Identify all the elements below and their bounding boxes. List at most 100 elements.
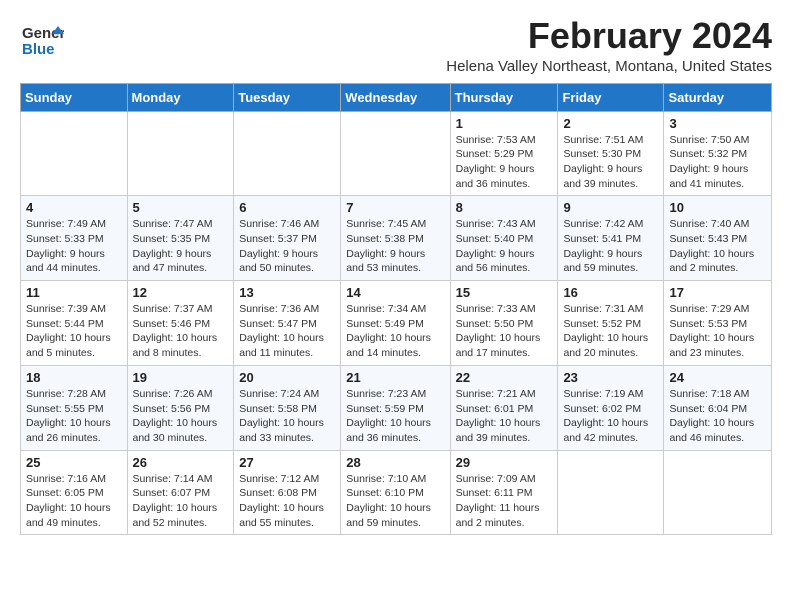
day-number: 25 xyxy=(26,455,122,470)
day-info: Sunrise: 7:10 AM Sunset: 6:10 PM Dayligh… xyxy=(346,472,444,531)
calendar-cell: 6 Sunrise: 7:46 AM Sunset: 5:37 PM Daylig… xyxy=(234,196,341,281)
day-number: 9 xyxy=(563,200,658,215)
calendar-cell: 11Sunrise: 7:39 AM Sunset: 5:44 PM Dayli… xyxy=(21,281,128,366)
day-number: 10 xyxy=(669,200,766,215)
calendar-cell: 4 Sunrise: 7:49 AM Sunset: 5:33 PM Daylig… xyxy=(21,196,128,281)
day-info: Sunrise: 7:14 AM Sunset: 6:07 PM Dayligh… xyxy=(133,472,229,531)
calendar-cell: 28 Sunrise: 7:10 AM Sunset: 6:10 PM Dayli… xyxy=(341,450,450,535)
day-number: 13 xyxy=(239,285,335,300)
day-info: Sunrise: 7:53 AM Sunset: 5:29 PM Dayligh… xyxy=(456,133,553,192)
calendar-header-row: SundayMondayTuesdayWednesdayThursdayFrid… xyxy=(21,83,772,111)
calendar-cell: 27Sunrise: 7:12 AM Sunset: 6:08 PM Dayli… xyxy=(234,450,341,535)
page-header: General Blue February 2024 Helena Valley… xyxy=(20,16,772,75)
calendar-week-3: 11Sunrise: 7:39 AM Sunset: 5:44 PM Dayli… xyxy=(21,281,772,366)
day-info: Sunrise: 7:19 AM Sunset: 6:02 PM Dayligh… xyxy=(563,387,658,446)
day-number: 20 xyxy=(239,370,335,385)
day-info: Sunrise: 7:33 AM Sunset: 5:50 PM Dayligh… xyxy=(456,302,553,361)
calendar-cell: 12Sunrise: 7:37 AM Sunset: 5:46 PM Dayli… xyxy=(127,281,234,366)
day-number: 18 xyxy=(26,370,122,385)
calendar-cell: 18 Sunrise: 7:28 AM Sunset: 5:55 PM Dayli… xyxy=(21,365,128,450)
day-number: 2 xyxy=(563,116,658,131)
day-number: 3 xyxy=(669,116,766,131)
day-number: 6 xyxy=(239,200,335,215)
location-title: Helena Valley Northeast, Montana, United… xyxy=(446,58,772,75)
day-number: 26 xyxy=(133,455,229,470)
day-info: Sunrise: 7:51 AM Sunset: 5:30 PM Dayligh… xyxy=(563,133,658,192)
day-info: Sunrise: 7:39 AM Sunset: 5:44 PM Dayligh… xyxy=(26,302,122,361)
calendar-cell: 3 Sunrise: 7:50 AM Sunset: 5:32 PM Daylig… xyxy=(664,111,772,196)
calendar-cell: 15Sunrise: 7:33 AM Sunset: 5:50 PM Dayli… xyxy=(450,281,558,366)
calendar-cell: 16 Sunrise: 7:31 AM Sunset: 5:52 PM Dayli… xyxy=(558,281,664,366)
day-info: Sunrise: 7:12 AM Sunset: 6:08 PM Dayligh… xyxy=(239,472,335,531)
day-info: Sunrise: 7:16 AM Sunset: 6:05 PM Dayligh… xyxy=(26,472,122,531)
calendar-cell: 5 Sunrise: 7:47 AM Sunset: 5:35 PM Daylig… xyxy=(127,196,234,281)
day-number: 29 xyxy=(456,455,553,470)
day-info: Sunrise: 7:28 AM Sunset: 5:55 PM Dayligh… xyxy=(26,387,122,446)
calendar-cell: 8 Sunrise: 7:43 AM Sunset: 5:40 PM Daylig… xyxy=(450,196,558,281)
day-info: Sunrise: 7:37 AM Sunset: 5:46 PM Dayligh… xyxy=(133,302,229,361)
day-number: 17 xyxy=(669,285,766,300)
day-info: Sunrise: 7:23 AM Sunset: 5:59 PM Dayligh… xyxy=(346,387,444,446)
day-info: Sunrise: 7:31 AM Sunset: 5:52 PM Dayligh… xyxy=(563,302,658,361)
calendar-cell: 10 Sunrise: 7:40 AM Sunset: 5:43 PM Dayli… xyxy=(664,196,772,281)
calendar-header-sunday: Sunday xyxy=(21,83,128,111)
day-info: Sunrise: 7:09 AM Sunset: 6:11 PM Dayligh… xyxy=(456,472,553,531)
calendar-cell: 24 Sunrise: 7:18 AM Sunset: 6:04 PM Dayli… xyxy=(664,365,772,450)
logo: General Blue xyxy=(20,16,64,65)
calendar-cell: 23 Sunrise: 7:19 AM Sunset: 6:02 PM Dayli… xyxy=(558,365,664,450)
calendar-header-saturday: Saturday xyxy=(664,83,772,111)
day-info: Sunrise: 7:49 AM Sunset: 5:33 PM Dayligh… xyxy=(26,217,122,276)
day-info: Sunrise: 7:47 AM Sunset: 5:35 PM Dayligh… xyxy=(133,217,229,276)
title-area: February 2024 Helena Valley Northeast, M… xyxy=(446,16,772,75)
calendar-table: SundayMondayTuesdayWednesdayThursdayFrid… xyxy=(20,83,772,536)
day-info: Sunrise: 7:29 AM Sunset: 5:53 PM Dayligh… xyxy=(669,302,766,361)
calendar-cell xyxy=(558,450,664,535)
day-number: 1 xyxy=(456,116,553,131)
day-number: 24 xyxy=(669,370,766,385)
calendar-week-1: 1 Sunrise: 7:53 AM Sunset: 5:29 PM Daylig… xyxy=(21,111,772,196)
calendar-cell: 13Sunrise: 7:36 AM Sunset: 5:47 PM Dayli… xyxy=(234,281,341,366)
day-info: Sunrise: 7:24 AM Sunset: 5:58 PM Dayligh… xyxy=(239,387,335,446)
day-info: Sunrise: 7:43 AM Sunset: 5:40 PM Dayligh… xyxy=(456,217,553,276)
calendar-week-5: 25 Sunrise: 7:16 AM Sunset: 6:05 PM Dayli… xyxy=(21,450,772,535)
day-number: 4 xyxy=(26,200,122,215)
day-info: Sunrise: 7:46 AM Sunset: 5:37 PM Dayligh… xyxy=(239,217,335,276)
calendar-week-2: 4 Sunrise: 7:49 AM Sunset: 5:33 PM Daylig… xyxy=(21,196,772,281)
day-number: 5 xyxy=(133,200,229,215)
calendar-cell: 19 Sunrise: 7:26 AM Sunset: 5:56 PM Dayli… xyxy=(127,365,234,450)
calendar-cell: 22Sunrise: 7:21 AM Sunset: 6:01 PM Dayli… xyxy=(450,365,558,450)
calendar-header-tuesday: Tuesday xyxy=(234,83,341,111)
day-number: 7 xyxy=(346,200,444,215)
calendar-cell: 21Sunrise: 7:23 AM Sunset: 5:59 PM Dayli… xyxy=(341,365,450,450)
calendar-cell xyxy=(21,111,128,196)
calendar-cell: 25 Sunrise: 7:16 AM Sunset: 6:05 PM Dayli… xyxy=(21,450,128,535)
calendar-header-thursday: Thursday xyxy=(450,83,558,111)
day-number: 23 xyxy=(563,370,658,385)
svg-text:Blue: Blue xyxy=(22,41,55,58)
day-number: 28 xyxy=(346,455,444,470)
day-number: 16 xyxy=(563,285,658,300)
day-info: Sunrise: 7:18 AM Sunset: 6:04 PM Dayligh… xyxy=(669,387,766,446)
day-number: 8 xyxy=(456,200,553,215)
calendar-cell: 14 Sunrise: 7:34 AM Sunset: 5:49 PM Dayli… xyxy=(341,281,450,366)
calendar-cell: 1 Sunrise: 7:53 AM Sunset: 5:29 PM Daylig… xyxy=(450,111,558,196)
day-number: 22 xyxy=(456,370,553,385)
day-info: Sunrise: 7:34 AM Sunset: 5:49 PM Dayligh… xyxy=(346,302,444,361)
calendar-cell: 2 Sunrise: 7:51 AM Sunset: 5:30 PM Daylig… xyxy=(558,111,664,196)
calendar-cell: 26 Sunrise: 7:14 AM Sunset: 6:07 PM Dayli… xyxy=(127,450,234,535)
calendar-week-4: 18 Sunrise: 7:28 AM Sunset: 5:55 PM Dayli… xyxy=(21,365,772,450)
calendar-header-monday: Monday xyxy=(127,83,234,111)
calendar-cell: 9Sunrise: 7:42 AM Sunset: 5:41 PM Daylig… xyxy=(558,196,664,281)
day-info: Sunrise: 7:45 AM Sunset: 5:38 PM Dayligh… xyxy=(346,217,444,276)
day-number: 14 xyxy=(346,285,444,300)
calendar-header-wednesday: Wednesday xyxy=(341,83,450,111)
calendar-cell xyxy=(341,111,450,196)
calendar-cell: 7 Sunrise: 7:45 AM Sunset: 5:38 PM Daylig… xyxy=(341,196,450,281)
day-number: 19 xyxy=(133,370,229,385)
calendar-cell xyxy=(127,111,234,196)
day-info: Sunrise: 7:50 AM Sunset: 5:32 PM Dayligh… xyxy=(669,133,766,192)
calendar-cell: 20 Sunrise: 7:24 AM Sunset: 5:58 PM Dayli… xyxy=(234,365,341,450)
calendar-cell xyxy=(664,450,772,535)
day-info: Sunrise: 7:26 AM Sunset: 5:56 PM Dayligh… xyxy=(133,387,229,446)
day-info: Sunrise: 7:40 AM Sunset: 5:43 PM Dayligh… xyxy=(669,217,766,276)
